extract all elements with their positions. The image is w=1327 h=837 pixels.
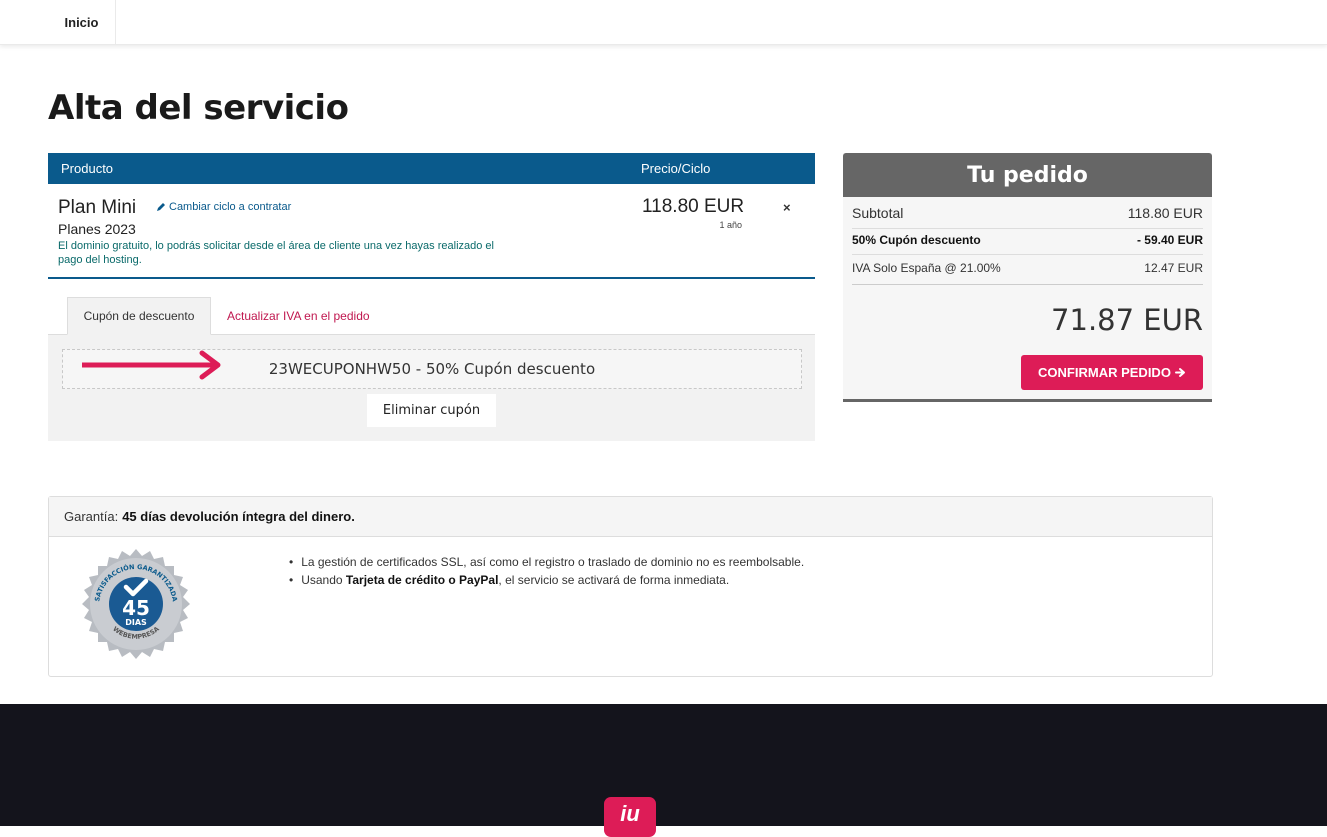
order-title: Tu pedido [843,153,1212,197]
remove-coupon-button[interactable]: Eliminar cupón [367,394,496,427]
product-note: El dominio gratuito, lo podrás solicitar… [58,240,494,266]
order-summary: Tu pedido Subtotal 118.80 EUR 50% Cupón … [843,153,1212,402]
guarantee-highlight: 45 días devolución íntegra del dinero. [122,509,355,524]
guarantee-list: La gestión de certificados SSL, así como… [289,553,804,589]
tax-label: IVA Solo España @ 21.00% [852,261,1001,275]
discount-label: 50% Cupón descuento [852,233,981,247]
svg-text:45: 45 [122,596,150,620]
guarantee-item: Usando Tarjeta de crédito o PayPal, el s… [289,571,804,589]
guarantee-panel: Garantía: 45 días devolución íntegra del… [48,496,1213,677]
confirm-order-label: CONFIRMAR PEDIDO [1038,365,1171,380]
tax-value: 12.47 EUR [1144,261,1203,275]
coupon-panel: 23WECUPONHW50 - 50% Cupón descuento Elim… [48,335,815,441]
remove-product-button[interactable]: × [783,200,791,215]
page-title: Alta del servicio [48,88,349,128]
tab-bar: Cupón de descuento Actualizar IVA en el … [48,297,815,335]
discount-value: - 59.40 EUR [1136,233,1203,247]
subtotal-label: Subtotal [852,205,904,221]
order-total: 71.87 EUR [1051,303,1203,337]
pencil-icon [157,203,165,211]
order-discount: 50% Cupón descuento - 59.40 EUR [852,233,1203,255]
product-cycle: 1 año [719,220,742,230]
promo-tabs: Cupón de descuento Actualizar IVA en el … [48,297,815,441]
arrow-right-icon [1174,368,1185,377]
svg-text:DIAS: DIAS [125,618,147,627]
product-table-header: Producto Precio/Ciclo [48,153,815,184]
brand-logo[interactable]: iu [604,797,656,837]
guarantee-item: La gestión de certificados SSL, así como… [289,553,804,571]
change-cycle-link[interactable]: Cambiar ciclo a contratar [156,201,291,213]
order-tax: IVA Solo España @ 21.00% 12.47 EUR [852,261,1203,285]
product-table: Producto Precio/Ciclo Plan Mini Cambiar … [48,153,815,279]
arrow-right-icon [82,350,221,380]
product-price: 118.80 EUR [642,196,745,217]
product-name: Plan Mini [58,197,137,218]
guarantee-header: Garantía: 45 días devolución íntegra del… [49,497,1212,537]
tab-coupon[interactable]: Cupón de descuento [67,297,211,335]
nav-home-link[interactable]: Inicio [48,0,116,45]
col-price-header: Precio/Ciclo [641,161,711,176]
tab-update-vat[interactable]: Actualizar IVA en el pedido [227,297,370,335]
subtotal-value: 118.80 EUR [1127,205,1203,221]
guarantee-seal-icon: SATISFACCIÓN GARANTIZADA 45 DIAS WEBEMPR… [82,549,190,659]
top-navigation: Inicio [0,0,1327,45]
confirm-order-button[interactable]: CONFIRMAR PEDIDO [1021,355,1203,390]
col-product-header: Producto [61,161,114,176]
guarantee-prefix: Garantía: [64,509,119,524]
product-group: Planes 2023 [58,221,136,237]
footer: iu [0,704,1327,837]
product-row: Plan Mini Cambiar ciclo a contratar Plan… [48,184,815,279]
change-cycle-label: Cambiar ciclo a contratar [169,201,292,213]
order-subtotal: Subtotal 118.80 EUR [852,205,1203,229]
